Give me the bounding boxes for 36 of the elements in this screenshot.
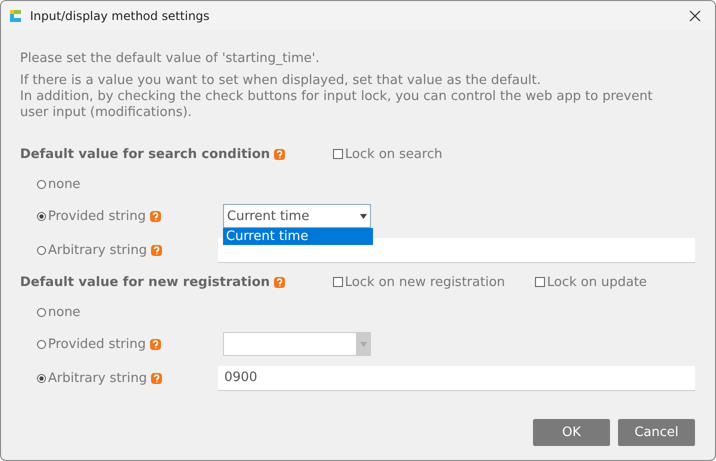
app-logo-icon bbox=[7, 8, 23, 24]
instruction-text: If there is a value you want to set when displayed, set that value as the default. In addition, by checking the check buttons for input lock, you can control the web app to prevent user input (modifications). bbox=[20, 73, 654, 121]
help-icon[interactable] bbox=[151, 372, 162, 384]
instruction-text: Please set the default value of 'starting_time'. bbox=[20, 51, 320, 67]
window-title: Input/display method settings bbox=[30, 8, 211, 22]
help-icon[interactable] bbox=[150, 338, 161, 350]
radio-label[interactable]: Arbitrary string bbox=[48, 370, 147, 386]
checkbox-label[interactable]: Lock on update bbox=[547, 274, 647, 290]
help-icon[interactable] bbox=[150, 210, 161, 222]
radio-button[interactable] bbox=[37, 180, 46, 188]
checkbox[interactable] bbox=[535, 277, 546, 287]
caret-icon bbox=[360, 214, 366, 218]
ok-button[interactable]: OK bbox=[533, 419, 610, 446]
close-icon[interactable] bbox=[689, 10, 701, 22]
section-heading: Default value for search condition bbox=[20, 146, 270, 162]
radio-button[interactable] bbox=[37, 374, 46, 382]
radio-label[interactable]: none bbox=[48, 176, 80, 192]
dropdown-option[interactable]: Current time bbox=[223, 228, 373, 245]
radio-button[interactable] bbox=[37, 246, 46, 254]
section-heading: Default value for new registration bbox=[20, 274, 270, 290]
radio-label[interactable]: Arbitrary string bbox=[48, 242, 147, 258]
help-icon[interactable] bbox=[151, 244, 162, 256]
checkbox[interactable] bbox=[332, 277, 343, 287]
help-icon[interactable] bbox=[274, 148, 286, 160]
checkbox[interactable] bbox=[333, 149, 344, 159]
radio-label[interactable]: Provided string bbox=[48, 208, 146, 224]
checkbox-label[interactable]: Lock on search bbox=[345, 146, 442, 162]
radio-button[interactable] bbox=[37, 308, 46, 316]
help-icon[interactable] bbox=[274, 276, 285, 288]
cancel-button[interactable]: Cancel bbox=[618, 419, 695, 446]
checkbox-label[interactable]: Lock on new registration bbox=[344, 274, 506, 290]
input-field[interactable]: 0900 bbox=[218, 366, 695, 390]
radio-label[interactable]: none bbox=[48, 304, 80, 320]
radio-button[interactable] bbox=[37, 212, 46, 220]
caret-icon bbox=[360, 342, 366, 346]
dropdown[interactable]: Current time bbox=[223, 204, 371, 228]
